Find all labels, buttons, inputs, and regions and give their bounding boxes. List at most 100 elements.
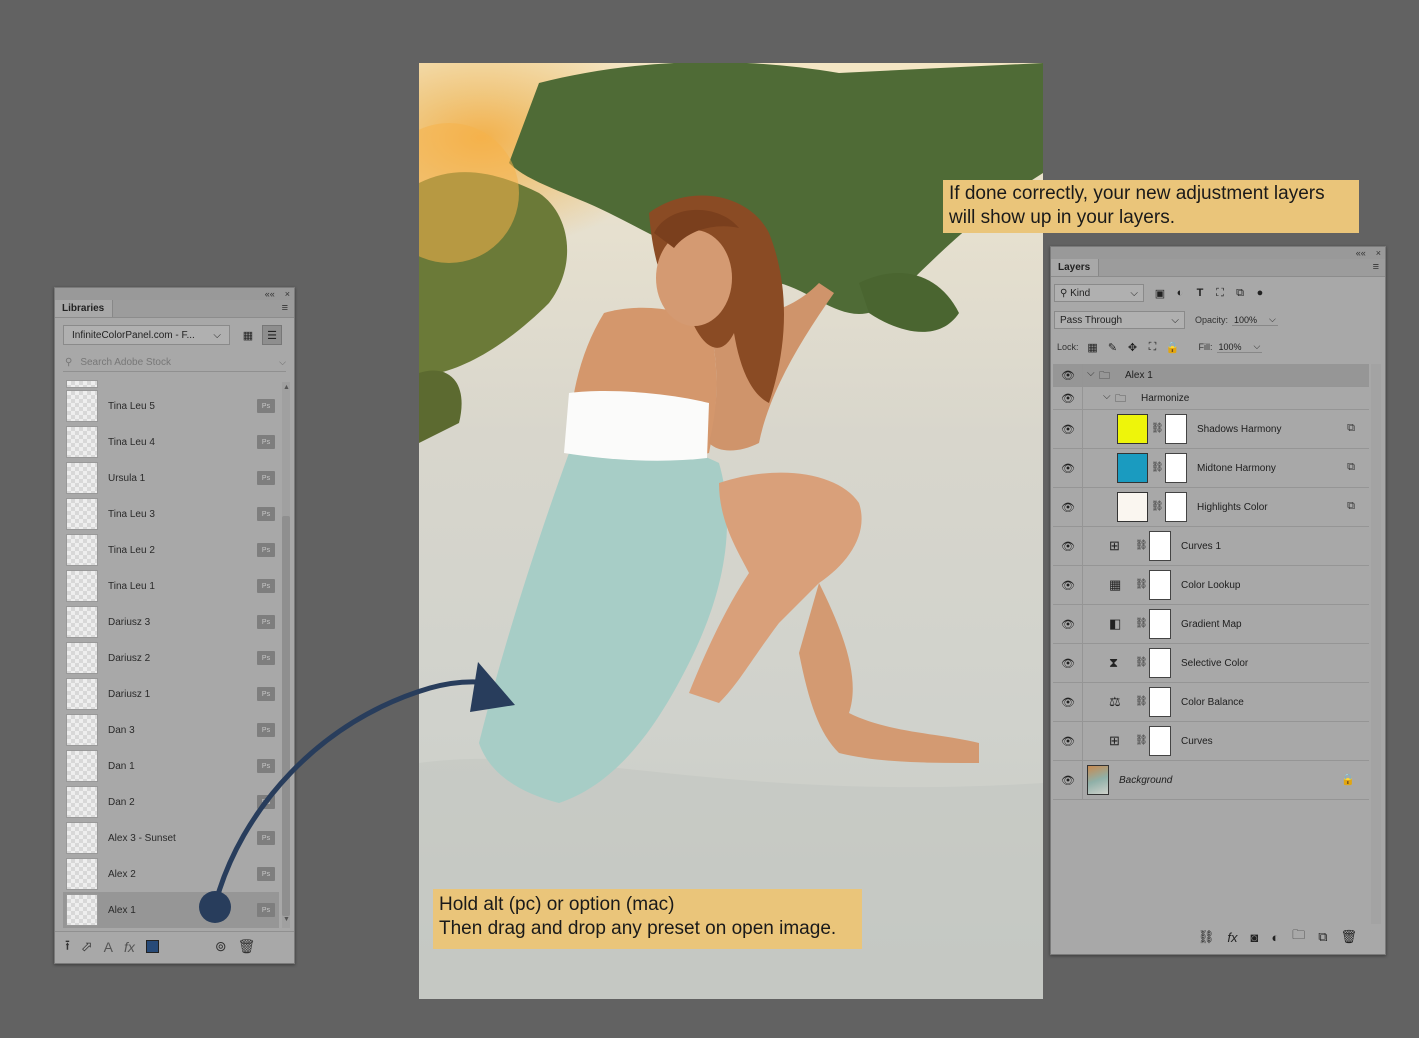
new-adjustment-layer-icon[interactable]: ◐	[1271, 930, 1279, 945]
layer-mask-thumbnail[interactable]	[1165, 414, 1187, 444]
layer-mask-thumbnail[interactable]	[1149, 531, 1171, 561]
scroll-up-icon[interactable]: ▲	[283, 384, 290, 391]
library-item[interactable]: Tina Leu 2 Ps	[63, 532, 279, 568]
background-thumbnail[interactable]	[1087, 765, 1109, 795]
filter-type-icon[interactable]: T	[1190, 287, 1210, 299]
link-icon[interactable]: ⛓	[1151, 501, 1164, 512]
layer-row[interactable]: 👁 ▦ ⛓ Color Lookup	[1053, 566, 1369, 605]
filter-kind-select[interactable]: ⚲ Kind ⌵	[1054, 284, 1144, 302]
eye-icon[interactable]: 👁	[1061, 501, 1075, 514]
blend-mode-select[interactable]: Pass Through ⌵	[1054, 311, 1185, 329]
stock-search-input[interactable]: ⚲ Search Adobe Stock ⌵	[63, 354, 286, 372]
link-icon[interactable]: ⛓	[1135, 735, 1148, 746]
layer-mask-thumbnail[interactable]	[1149, 570, 1171, 600]
eye-icon[interactable]: 👁	[1061, 774, 1075, 787]
fill-color-thumbnail[interactable]	[1117, 492, 1148, 522]
grid-view-button[interactable]: ▦	[238, 325, 258, 345]
link-layers-icon[interactable]: ⛓	[1198, 929, 1215, 945]
layer-row[interactable]: 👁 ⊞ ⛓ Curves 1	[1053, 527, 1369, 566]
filter-smart-object-icon[interactable]: ⧉	[1230, 287, 1250, 300]
library-item[interactable]: Alex 1 Ps	[63, 892, 279, 928]
layer-mask-thumbnail[interactable]	[1149, 609, 1171, 639]
eye-icon[interactable]: 👁	[1061, 369, 1075, 382]
library-item[interactable]: Tina Leu 3 Ps	[63, 496, 279, 532]
library-item[interactable]: Dan 3 Ps	[63, 712, 279, 748]
close-icon[interactable]: ×	[285, 289, 290, 299]
library-item[interactable]: Dan 1 Ps	[63, 748, 279, 784]
library-item[interactable]: Tina Leu 4 Ps	[63, 424, 279, 460]
link-icon[interactable]: ⛓	[1135, 579, 1148, 590]
library-item[interactable]: Alex 3 - Sunset Ps	[63, 820, 279, 856]
add-layer-style-icon[interactable]: fx	[1227, 930, 1237, 945]
list-view-button[interactable]: ☰	[262, 325, 282, 345]
trash-icon[interactable]: 🗑	[238, 938, 256, 955]
link-icon[interactable]: ⛓	[1135, 696, 1148, 707]
layer-row[interactable]: 👁 ⊞ ⛓ Curves	[1053, 722, 1369, 761]
chevron-down-icon[interactable]: ⌵	[1103, 391, 1111, 402]
lock-all-icon[interactable]: 🔒	[1163, 341, 1183, 354]
eye-icon[interactable]: 👁	[1061, 423, 1075, 436]
link-icon[interactable]: ⛓	[1151, 462, 1164, 473]
library-item[interactable]: Dariusz 1 Ps	[63, 676, 279, 712]
add-graphic-icon[interactable]: ⬀	[81, 938, 93, 955]
layer-mask-thumbnail[interactable]	[1149, 687, 1171, 717]
library-item[interactable]: Tina Leu 5 Ps	[63, 388, 279, 424]
chevron-down-icon[interactable]: ⌵	[279, 357, 286, 368]
library-item[interactable]: Alex 2 Ps	[63, 856, 279, 892]
opacity-input[interactable]: 100% ⌵	[1232, 314, 1278, 326]
scroll-down-icon[interactable]: ▼	[283, 916, 290, 923]
library-item[interactable]: Tina Leu 1 Ps	[63, 568, 279, 604]
lock-position-icon[interactable]: ✥	[1123, 341, 1143, 354]
filter-shape-icon[interactable]: ⛶	[1210, 287, 1230, 300]
link-icon[interactable]: ⛓	[1135, 540, 1148, 551]
library-item[interactable]: Ursula 1 Ps	[63, 460, 279, 496]
lock-pixels-icon[interactable]: ✎	[1103, 341, 1123, 354]
new-group-icon[interactable]: 🗀	[1292, 926, 1305, 948]
library-select[interactable]: InfiniteColorPanel.com - F... ⌵	[63, 325, 230, 345]
layer-row[interactable]: 👁 ⚖ ⛓ Color Balance	[1053, 683, 1369, 722]
lock-artboard-icon[interactable]: ⛶	[1143, 341, 1163, 354]
filter-adjustment-icon[interactable]: ◐	[1170, 287, 1190, 299]
layer-row[interactable]: 👁 ⛓ ⧉ Highlights Color	[1053, 488, 1369, 527]
panel-menu-icon[interactable]: ≡	[1373, 261, 1379, 273]
layer-row[interactable]: 👁 ⛓ ⧉ Shadows Harmony	[1053, 410, 1369, 449]
link-icon[interactable]: ⛓	[1151, 423, 1164, 434]
add-layer-style-icon[interactable]: fx	[124, 939, 135, 955]
filter-toggle-icon[interactable]: ●	[1250, 287, 1270, 299]
scrollbar-thumb[interactable]	[282, 516, 290, 916]
layer-row[interactable]: 👁 ⧗ ⛓ Selective Color	[1053, 644, 1369, 683]
layer-mask-thumbnail[interactable]	[1165, 453, 1187, 483]
eye-icon[interactable]: 👁	[1061, 735, 1075, 748]
eye-icon[interactable]: 👁	[1061, 392, 1075, 405]
chevron-down-icon[interactable]: ⌵	[1087, 368, 1095, 379]
layer-row[interactable]: 👁 ⛓ ⧉ Midtone Harmony	[1053, 449, 1369, 488]
fill-input[interactable]: 100% ⌵	[1216, 341, 1263, 353]
eye-icon[interactable]: 👁	[1061, 657, 1075, 670]
add-mask-icon[interactable]: ◙	[1250, 930, 1258, 945]
new-layer-icon[interactable]: ⧉	[1318, 929, 1327, 945]
link-icon[interactable]: ⛓	[1135, 618, 1148, 629]
add-color-swatch[interactable]	[145, 940, 159, 953]
fill-color-thumbnail[interactable]	[1117, 453, 1148, 483]
layer-row[interactable]: 👁 ⌵ 🗀 Harmonize	[1053, 387, 1369, 410]
layer-row[interactable]: 👁 🔒 Background	[1053, 761, 1369, 800]
eye-icon[interactable]: 👁	[1061, 540, 1075, 553]
panel-menu-icon[interactable]: ≡	[282, 302, 288, 314]
library-item[interactable]: Dariusz 3 Ps	[63, 604, 279, 640]
collapse-icon[interactable]: ««	[1356, 248, 1366, 258]
collapse-icon[interactable]: ««	[265, 289, 275, 299]
layer-mask-thumbnail[interactable]	[1149, 726, 1171, 756]
fill-color-thumbnail[interactable]	[1117, 414, 1148, 444]
eye-icon[interactable]: 👁	[1061, 618, 1075, 631]
close-icon[interactable]: ×	[1376, 248, 1381, 258]
filter-pixel-icon[interactable]: ▣	[1150, 287, 1170, 300]
lock-transparency-icon[interactable]: ▦	[1083, 341, 1103, 354]
tab-layers[interactable]: Layers	[1051, 259, 1100, 276]
library-item[interactable]: Dariusz 2 Ps	[63, 640, 279, 676]
tab-libraries[interactable]: Libraries	[55, 300, 114, 317]
creative-cloud-icon[interactable]: ⊚	[215, 938, 227, 955]
layer-row[interactable]: 👁 ⌵ 🗀 Alex 1	[1053, 364, 1369, 387]
eye-icon[interactable]: 👁	[1061, 462, 1075, 475]
layer-row[interactable]: 👁 ◧ ⛓ Gradient Map	[1053, 605, 1369, 644]
add-text-icon[interactable]: A	[104, 939, 113, 955]
